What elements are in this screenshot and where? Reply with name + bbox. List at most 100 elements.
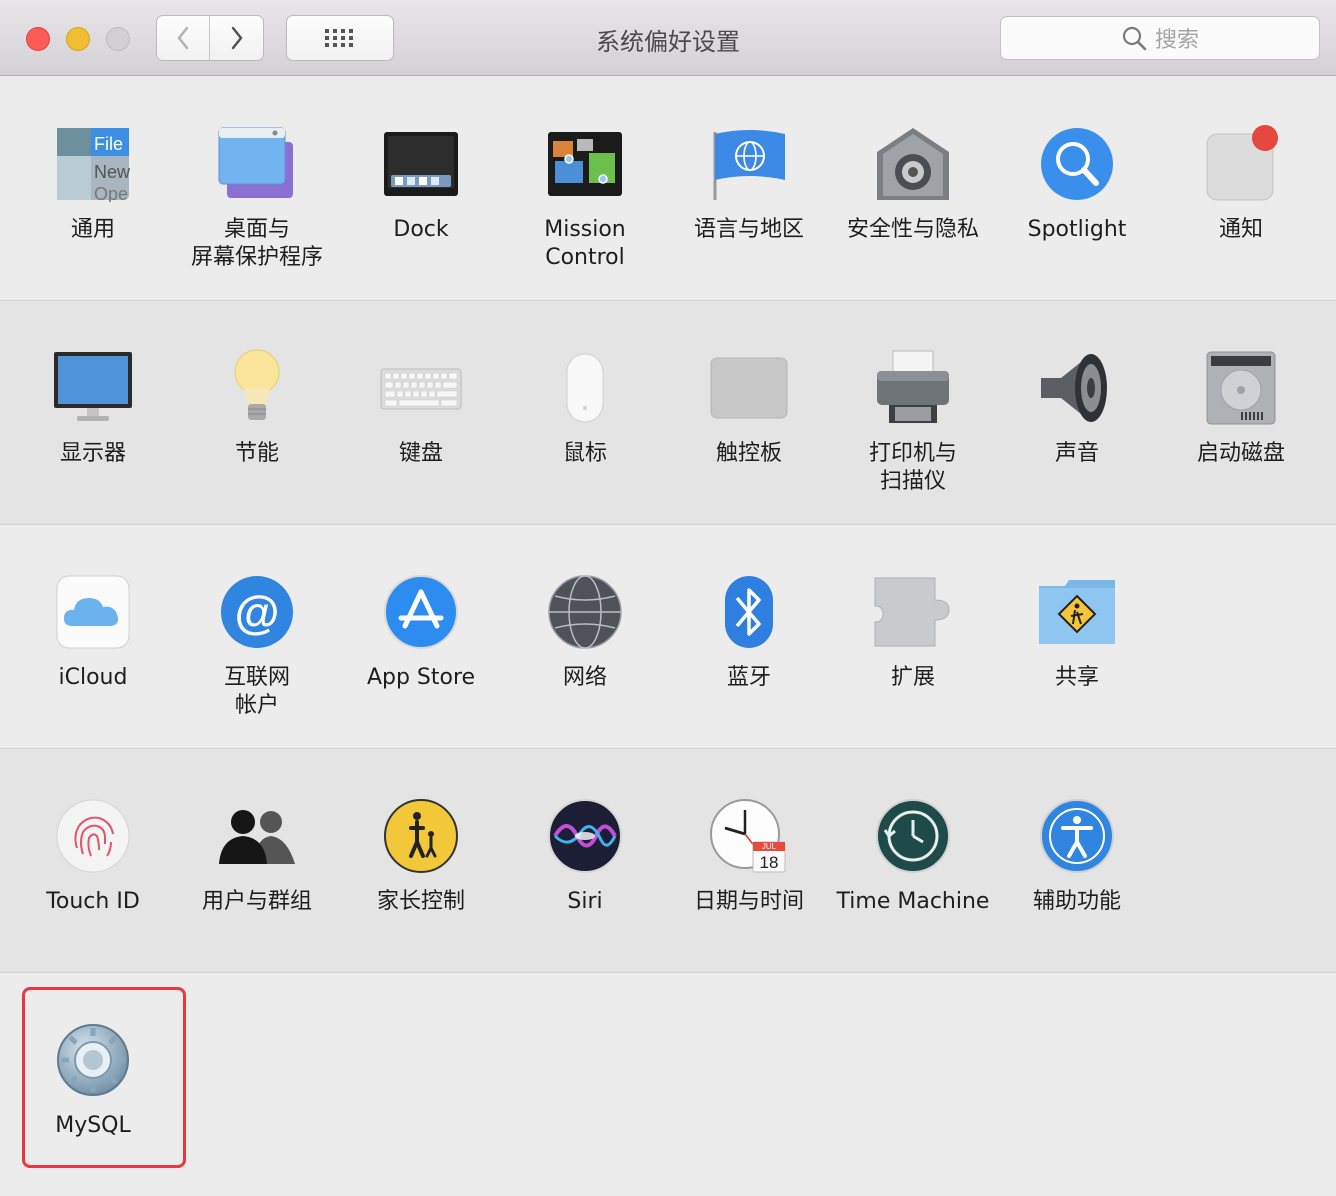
back-button[interactable]	[157, 16, 210, 60]
pane-row-hardware: 显示器 节能 键盘 鼠标 触控板 打印机与 扫描仪 声音 启动磁盘	[0, 301, 1336, 525]
security-privacy-icon	[877, 128, 949, 200]
window-title: 系统偏好设置	[596, 28, 740, 56]
pane-row-other: MySQL	[0, 973, 1336, 1196]
pane-label: 节能	[234, 441, 279, 466]
chevron-left-icon	[177, 26, 189, 50]
pane-mission-control[interactable]: Mission Control	[503, 122, 667, 272]
pane-users-groups[interactable]: 用户与群组	[175, 794, 339, 916]
startup-disk-icon	[1206, 351, 1276, 425]
close-button[interactable]	[26, 27, 50, 51]
pane-label: 共享	[1054, 665, 1099, 690]
pane-energy-saver[interactable]: 节能	[175, 346, 339, 468]
pane-dock[interactable]: Dock	[339, 122, 503, 244]
grid-icon	[325, 29, 353, 47]
pane-extensions[interactable]: 扩展	[831, 570, 995, 692]
time-machine-icon	[876, 799, 950, 873]
calendar-month: JUL	[762, 842, 777, 851]
search-icon	[1122, 26, 1147, 51]
pane-bluetooth[interactable]: 蓝牙	[667, 570, 831, 692]
pane-printers-scanners[interactable]: 打印机与 扫描仪	[831, 346, 995, 496]
pane-parental-controls[interactable]: 家长控制	[339, 794, 503, 916]
pane-language-region[interactable]: 语言与地区	[667, 122, 831, 244]
pane-label: 键盘	[398, 441, 443, 466]
pane-label: 语言与地区	[693, 217, 804, 242]
pane-label: 扩展	[890, 665, 935, 690]
desktop-screensaver-icon	[218, 127, 293, 198]
pane-label: 启动磁盘	[1196, 441, 1285, 466]
pane-app-store[interactable]: App Store	[339, 570, 503, 692]
general-icon-text-1: File	[94, 134, 123, 154]
energy-saver-icon	[234, 349, 280, 420]
sharing-icon	[1039, 580, 1115, 644]
pane-label: 通用	[70, 217, 115, 242]
pane-label: Touch ID	[46, 889, 140, 914]
pane-time-machine[interactable]: Time Machine	[831, 794, 995, 916]
dock-icon	[384, 132, 458, 196]
pane-internet-accounts[interactable]: @ 互联网 帐户	[175, 570, 339, 720]
pane-sharing[interactable]: 共享	[995, 570, 1159, 692]
show-all-button[interactable]	[286, 15, 394, 61]
search-field[interactable]: 搜索	[1000, 16, 1320, 60]
pane-label: 互联网 帐户	[223, 665, 290, 718]
pane-startup-disk[interactable]: 启动磁盘	[1159, 346, 1323, 468]
icloud-icon	[56, 575, 130, 649]
internet-accounts-icon: @	[221, 576, 293, 648]
pane-label: 通知	[1218, 217, 1263, 242]
pane-touch-id[interactable]: Touch ID	[11, 794, 175, 916]
pane-label: 显示器	[59, 441, 126, 466]
accessibility-icon	[1040, 799, 1114, 873]
minimize-button[interactable]	[66, 27, 90, 51]
pane-label: 桌面与 屏幕保护程序	[190, 217, 323, 270]
pane-network[interactable]: 网络	[503, 570, 667, 692]
pane-label: 网络	[562, 665, 607, 690]
language-region-icon	[713, 130, 785, 200]
pane-mouse[interactable]: 鼠标	[503, 346, 667, 468]
extensions-icon	[874, 577, 950, 647]
notifications-icon	[1206, 125, 1278, 201]
date-time-icon: JUL 18	[710, 799, 786, 873]
pane-label: Time Machine	[836, 889, 990, 914]
pane-general[interactable]: File New Ope 通用	[11, 122, 175, 244]
zoom-button[interactable]	[106, 27, 130, 51]
pane-label: 蓝牙	[726, 665, 771, 690]
pane-date-time[interactable]: JUL 18 日期与时间	[667, 794, 831, 916]
forward-button[interactable]	[210, 16, 263, 60]
pane-trackpad[interactable]: 触控板	[667, 346, 831, 468]
pane-label: Dock	[393, 217, 449, 242]
pane-security-privacy[interactable]: 安全性与隐私	[831, 122, 995, 244]
pane-desktop-screensaver[interactable]: 桌面与 屏幕保护程序	[175, 122, 339, 272]
pane-label: 安全性与隐私	[846, 217, 979, 242]
pane-label: Siri	[567, 889, 603, 914]
parental-controls-icon	[384, 799, 458, 873]
svg-text:@: @	[235, 586, 280, 638]
pane-label: 触控板	[715, 441, 782, 466]
pane-keyboard[interactable]: 键盘	[339, 346, 503, 468]
pane-displays[interactable]: 显示器	[11, 346, 175, 468]
pane-spotlight[interactable]: Spotlight	[995, 122, 1159, 244]
pane-label: 打印机与 扫描仪	[868, 441, 957, 494]
mission-control-icon	[548, 132, 622, 196]
pane-row-system: Touch ID 用户与群组 家长控制 Siri JUL 18 日期与时间 Ti…	[0, 749, 1336, 973]
users-groups-icon	[219, 810, 295, 864]
app-store-icon	[384, 575, 458, 649]
pane-label: iCloud	[58, 665, 128, 690]
printers-scanners-icon	[877, 350, 949, 423]
network-icon	[548, 575, 622, 649]
pane-label: 家长控制	[376, 889, 465, 914]
pane-label: Spotlight	[1027, 217, 1127, 242]
pane-label: 用户与群组	[201, 889, 312, 914]
pane-label: 辅助功能	[1032, 889, 1121, 914]
siri-icon	[548, 799, 622, 873]
pane-siri[interactable]: Siri	[503, 794, 667, 916]
pane-notifications[interactable]: 通知	[1159, 122, 1323, 244]
navigation-buttons	[156, 15, 264, 61]
pane-label: App Store	[366, 665, 476, 690]
bluetooth-icon	[725, 576, 773, 648]
pane-sound[interactable]: 声音	[995, 346, 1159, 468]
pane-label: 声音	[1054, 441, 1099, 466]
pane-row-personal: File New Ope 通用 桌面与 屏幕保护程序 Dock Mission …	[0, 76, 1336, 301]
mouse-icon	[566, 353, 604, 423]
general-icon-text-3: Ope	[94, 184, 128, 202]
pane-accessibility[interactable]: 辅助功能	[995, 794, 1159, 916]
pane-icloud[interactable]: iCloud	[11, 570, 175, 692]
